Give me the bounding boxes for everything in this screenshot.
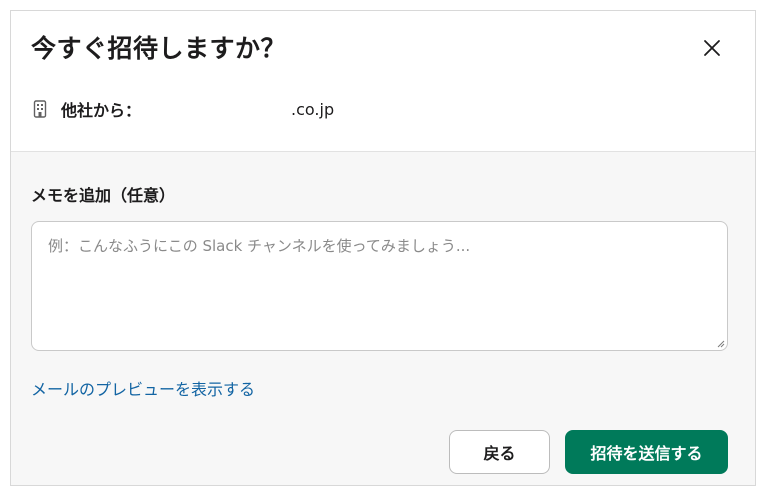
close-icon bbox=[704, 40, 720, 56]
invite-dialog: 今すぐ招待しますか？ 他社から： .co.jp メモを追加（任意） 例：こんなふ… bbox=[10, 10, 756, 486]
send-invite-button[interactable]: 招待を送信する bbox=[565, 430, 728, 474]
org-row: 他社から： .co.jp bbox=[33, 97, 334, 121]
building-icon bbox=[33, 100, 49, 118]
back-button[interactable]: 戻る bbox=[449, 430, 550, 474]
dialog-body: メモを追加（任意） メールのプレビューを表示する 戻る 招待を送信する bbox=[11, 152, 755, 485]
memo-input[interactable] bbox=[31, 221, 728, 351]
email-preview-link[interactable]: メールのプレビューを表示する bbox=[31, 376, 255, 400]
memo-label: メモを追加（任意） bbox=[31, 186, 176, 205]
resize-grip-icon[interactable] bbox=[717, 340, 725, 348]
dialog-title: 今すぐ招待しますか？ bbox=[31, 34, 287, 63]
org-label: 他社から： bbox=[61, 101, 142, 120]
dialog-header: 今すぐ招待しますか？ 他社から： .co.jp bbox=[11, 11, 755, 152]
org-domain: .co.jp bbox=[291, 99, 335, 119]
close-button[interactable] bbox=[697, 33, 727, 63]
